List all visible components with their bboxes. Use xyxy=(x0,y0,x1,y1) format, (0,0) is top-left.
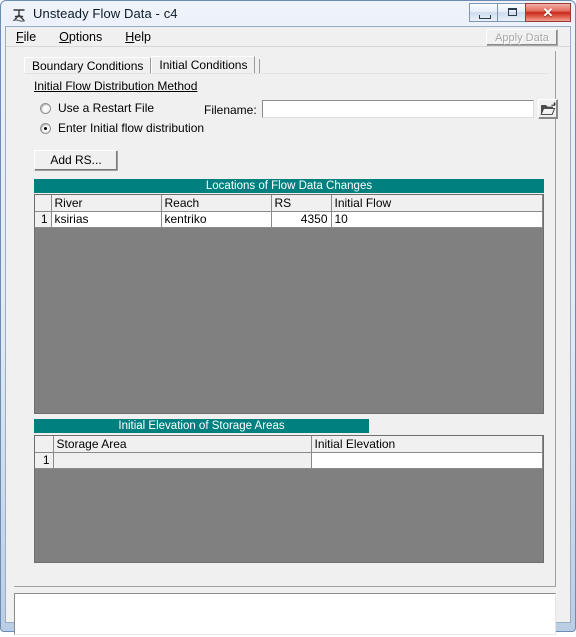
radio-label-use-restart-file: Use a Restart File xyxy=(58,101,155,115)
radio-enter-initial-flow-distribution[interactable]: Enter Initial flow distribution xyxy=(40,121,204,135)
grid-corner xyxy=(35,436,54,453)
add-rs-button[interactable]: Add RS... xyxy=(34,150,118,171)
window-controls: ✕ xyxy=(469,3,571,22)
table-row[interactable]: 1 ksirias kentriko 4350 10 xyxy=(35,211,543,228)
minimize-button[interactable] xyxy=(469,3,498,22)
minimize-icon xyxy=(479,15,491,19)
row-index: 1 xyxy=(35,211,52,228)
cell-storage-area[interactable] xyxy=(53,452,312,469)
filename-label: Filename: xyxy=(204,103,257,117)
radio-label-enter-initial-flow-distribution: Enter Initial flow distribution xyxy=(58,121,205,135)
maximize-icon xyxy=(508,8,517,16)
open-folder-icon xyxy=(540,102,556,115)
cell-reach[interactable]: kentriko xyxy=(161,211,272,228)
cell-rs[interactable]: 4350 xyxy=(271,211,332,228)
filename-input[interactable] xyxy=(262,100,534,118)
tab-strip: Boundary Conditions Initial Conditions xyxy=(24,56,261,74)
grid-corner xyxy=(35,195,52,212)
message-textarea[interactable] xyxy=(15,594,555,634)
close-button[interactable]: ✕ xyxy=(525,3,571,22)
message-box[interactable] xyxy=(14,593,556,635)
storage-table-header: Initial Elevation of Storage Areas xyxy=(34,419,369,433)
client-area: File Options Help Apply Data Boundary Co… xyxy=(5,26,571,635)
flow-table-header: Locations of Flow Data Changes xyxy=(34,179,544,193)
cell-river[interactable]: ksirias xyxy=(51,211,162,228)
menu-options[interactable]: Options xyxy=(59,30,102,44)
application-window: Unsteady Flow Data - c4 ✕ File Options H… xyxy=(0,0,576,635)
tab-strip-end xyxy=(259,59,261,74)
column-header-reach[interactable]: Reach xyxy=(161,195,272,212)
group-title-initial-flow-distribution-method: Initial Flow Distribution Method xyxy=(34,79,198,93)
browse-file-button[interactable] xyxy=(538,99,558,119)
column-header-initial-elevation[interactable]: Initial Elevation xyxy=(311,436,543,453)
radio-use-restart-file[interactable]: Use a Restart File xyxy=(40,101,154,115)
flow-data-grid[interactable]: River Reach RS Initial Flow 1 ksirias ke… xyxy=(34,194,544,414)
radio-icon-checked xyxy=(40,122,51,134)
close-icon: ✕ xyxy=(542,5,554,20)
window-title: Unsteady Flow Data - c4 xyxy=(33,6,178,21)
initial-conditions-panel: Boundary Conditions Initial Conditions I… xyxy=(14,51,558,587)
table-header-row: Storage Area Initial Elevation xyxy=(35,436,543,453)
menu-file[interactable]: File xyxy=(16,30,36,44)
storage-area-grid[interactable]: Storage Area Initial Elevation 1 xyxy=(34,435,544,563)
table-header-row: River Reach RS Initial Flow xyxy=(35,195,543,212)
tab-initial-conditions[interactable]: Initial Conditions xyxy=(151,56,256,74)
column-header-storage-area[interactable]: Storage Area xyxy=(53,436,312,453)
flow-data-table: River Reach RS Initial Flow 1 ksirias ke… xyxy=(35,195,543,228)
column-header-initial-flow[interactable]: Initial Flow xyxy=(331,195,543,212)
cell-initial-elevation[interactable] xyxy=(311,452,543,469)
apply-data-button[interactable]: Apply Data xyxy=(486,29,558,46)
tab-boundary-conditions[interactable]: Boundary Conditions xyxy=(24,57,152,74)
radio-icon-unchecked xyxy=(40,102,51,114)
storage-area-table: Storage Area Initial Elevation 1 xyxy=(35,436,543,469)
app-icon xyxy=(11,7,28,24)
tab-underline xyxy=(24,73,548,74)
column-header-rs[interactable]: RS xyxy=(271,195,332,212)
title-bar[interactable]: Unsteady Flow Data - c4 ✕ xyxy=(5,3,571,28)
column-header-river[interactable]: River xyxy=(51,195,162,212)
row-index: 1 xyxy=(35,452,54,469)
table-row[interactable]: 1 xyxy=(35,452,543,469)
cell-initial-flow[interactable]: 10 xyxy=(331,211,543,228)
maximize-button[interactable] xyxy=(497,3,526,22)
menu-help[interactable]: Help xyxy=(125,30,151,44)
